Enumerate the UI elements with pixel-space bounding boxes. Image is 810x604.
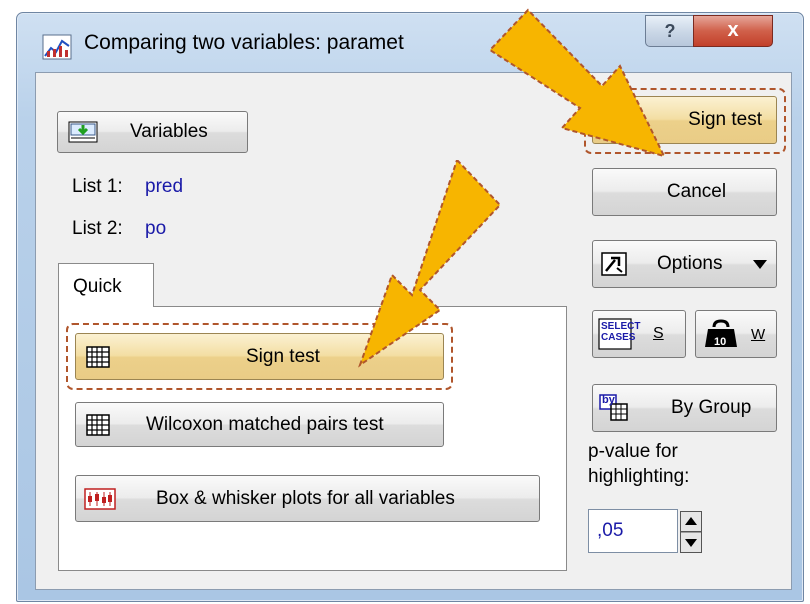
select-cases-shortcut: S [653,325,664,342]
wilcoxon-button-label: Wilcoxon matched pairs test [146,413,384,435]
box-whisker-button-label: Box & whisker plots for all variables [156,487,455,509]
select-cases-button[interactable]: SELECT CASES S [592,310,686,358]
tab-quick-label: Quick [73,276,122,297]
close-icon: x [727,19,739,41]
options-icon [601,252,627,276]
by-group-button-label: By Group [671,397,752,418]
variables-icon [68,121,98,143]
pvalue-input[interactable]: ,05 [588,509,678,553]
spreadsheet-icon [86,346,110,368]
sign-test-main-button[interactable]: Sign test [592,96,777,144]
cancel-button-label: Cancel [666,181,727,202]
pvalue-label-line1: p-value for [588,441,678,462]
chart-app-icon [42,34,72,60]
close-button[interactable]: x [693,15,773,47]
pvalue-input-value: ,05 [597,520,624,541]
help-icon: ? [664,21,676,41]
list1-value: pred [145,176,184,197]
by-group-button[interactable]: by By Group [592,384,777,432]
pvalue-spinner[interactable] [680,511,702,553]
list1-label: List 1: [72,176,123,197]
by-group-icon-text: by [602,394,615,406]
sign-test-button[interactable]: Sign test [75,333,444,380]
weight-button[interactable]: 10 W [695,310,777,358]
wilcoxon-button[interactable]: Wilcoxon matched pairs test [75,402,444,447]
sign-test-button-label: Sign test [246,345,320,367]
variables-button-label: Variables [130,121,208,142]
box-plot-icon [84,488,116,510]
sign-test-main-button-label: Sign test [688,109,762,130]
chevron-down-icon [753,260,767,269]
weight-icon-text: 10 [714,336,727,348]
select-cases-icon-text: SELECT CASES [601,321,641,343]
spreadsheet-icon [86,414,110,436]
tab-quick[interactable]: Quick [58,263,154,307]
options-button-label: Options [657,253,723,274]
window-title: Comparing two variables: paramet [84,31,404,54]
list2-value: po [145,218,167,239]
cancel-button[interactable]: Cancel [592,168,777,216]
help-button[interactable]: ? [645,15,695,47]
weight-shortcut: W [751,325,766,343]
pvalue-label-line2: highlighting: [588,466,690,487]
variables-button[interactable]: Variables [57,111,248,153]
box-whisker-button[interactable]: Box & whisker plots for all variables [75,475,540,522]
options-button[interactable]: Options [592,240,777,288]
list2-label: List 2: [72,218,123,239]
